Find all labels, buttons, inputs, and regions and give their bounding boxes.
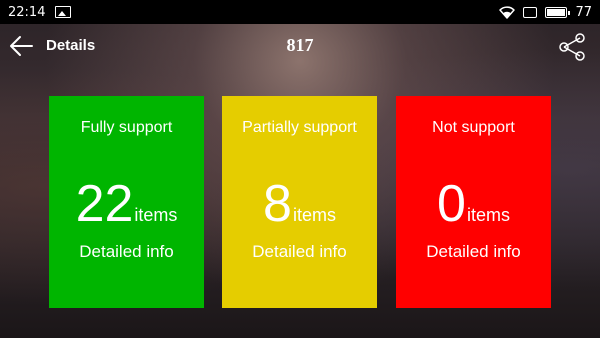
screen-icon — [523, 6, 538, 18]
card-count-row: 22 items — [49, 176, 204, 232]
battery-level: 77 — [575, 4, 592, 20]
card-count-row: 8 items — [222, 176, 377, 232]
share-icon[interactable] — [556, 32, 588, 62]
status-bar: 22:14 77 — [0, 0, 600, 24]
detailed-info-link[interactable]: Detailed info — [396, 242, 551, 262]
card-not-support[interactable]: Not support 0 items Detailed info — [396, 96, 551, 308]
card-label: Not support — [432, 119, 515, 136]
card-partially-support[interactable]: Partially support 8 items Detailed info — [222, 96, 377, 308]
card-count: 0 — [437, 175, 466, 233]
back-arrow-icon[interactable] — [8, 34, 34, 58]
card-count: 8 — [263, 175, 292, 233]
battery-icon — [545, 6, 571, 18]
detailed-info-link[interactable]: Detailed info — [222, 242, 377, 262]
card-fully-support[interactable]: Fully support 22 items Detailed info — [49, 96, 204, 308]
card-label: Fully support — [80, 119, 173, 136]
card-unit: items — [134, 205, 178, 225]
status-time: 22:14 — [8, 4, 46, 20]
card-unit: items — [466, 205, 510, 225]
page-title: Details — [46, 37, 96, 54]
app-header: Details 817 — [0, 24, 600, 68]
card-label: Partially support — [242, 119, 357, 136]
card-unit: items — [292, 205, 336, 225]
card-count-row: 0 items — [396, 176, 551, 232]
support-summary-cards: Fully support 22 items Detailed info Par… — [49, 96, 551, 308]
detailed-info-link[interactable]: Detailed info — [49, 242, 204, 262]
card-count: 22 — [75, 175, 134, 233]
wifi-icon — [499, 5, 516, 19]
status-icons: 77 — [499, 5, 592, 20]
image-icon — [55, 6, 72, 18]
